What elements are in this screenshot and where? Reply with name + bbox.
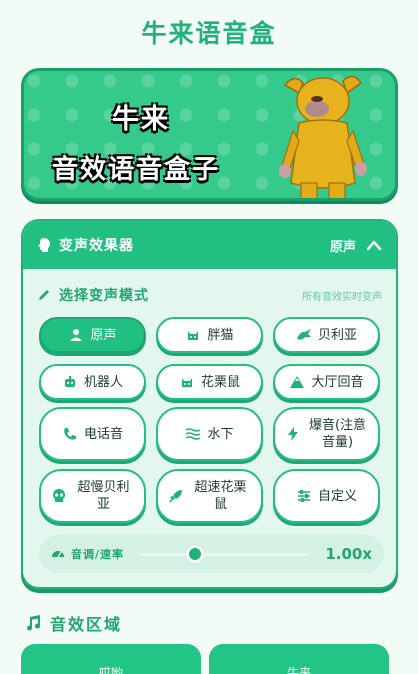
mode-button-label: 电话音 xyxy=(83,426,123,442)
cat-icon xyxy=(185,327,201,343)
gauge-icon xyxy=(52,551,64,558)
mountain-icon xyxy=(289,374,305,390)
effect-card[interactable]: 牛来 xyxy=(209,644,389,674)
mode-button-label: 爆音(注意音量) xyxy=(308,418,367,450)
voice-changer-header[interactable]: 变声效果器 原声 xyxy=(23,221,396,269)
chevron-up-icon[interactable] xyxy=(366,239,382,251)
skull-icon xyxy=(51,488,67,504)
mode-button[interactable]: 超慢贝利亚 xyxy=(39,469,146,523)
mode-select-label: 选择变声模式 xyxy=(59,288,149,304)
mode-button-label: 水下 xyxy=(207,426,234,442)
mode-button-label: 大厅回音 xyxy=(311,374,364,390)
speed-slider-thumb[interactable] xyxy=(186,545,205,563)
speed-slider-track[interactable] xyxy=(139,553,309,556)
mode-button[interactable]: 水下 xyxy=(156,407,263,461)
robot-icon xyxy=(62,374,78,390)
current-mode-label: 原声 xyxy=(329,239,356,255)
realtime-hint: 所有音效实时变声 xyxy=(302,291,382,303)
sliders-icon xyxy=(296,488,312,504)
voice-head-icon xyxy=(38,238,50,252)
mode-button[interactable]: 贝利亚 xyxy=(273,317,380,353)
banner-subtitle: 音效语音盒子 xyxy=(52,155,221,185)
banner-title: 牛来 xyxy=(112,104,170,135)
pencil-icon xyxy=(39,290,49,300)
mode-button-label: 胖猫 xyxy=(207,327,234,343)
effects-section-title: 音效区域 xyxy=(24,611,122,635)
mode-button[interactable]: 自定义 xyxy=(273,469,380,523)
speed-label: 音调/速率 xyxy=(71,548,125,561)
effects-title: 音效区域 xyxy=(50,615,123,634)
person-icon xyxy=(68,327,84,343)
cat-icon xyxy=(179,374,195,390)
mode-button-label: 贝利亚 xyxy=(317,327,357,343)
mode-button[interactable]: 大厅回音 xyxy=(273,364,380,400)
mode-button-label: 超速花栗鼠 xyxy=(194,480,247,512)
mode-button-label: 自定义 xyxy=(317,488,357,504)
rocket-icon xyxy=(168,488,184,504)
mode-button[interactable]: 花栗鼠 xyxy=(156,364,263,400)
dragon-icon xyxy=(296,327,312,343)
music-note-icon xyxy=(27,615,41,631)
banner: 牛来 音效语音盒子 xyxy=(21,68,398,201)
mode-button[interactable]: 电话音 xyxy=(39,407,146,461)
mascot-image xyxy=(279,75,367,198)
mode-select-row: 选择变声模式 所有音效实时变声 xyxy=(37,285,382,305)
phone-icon xyxy=(62,426,78,442)
app-title: 牛来语音盒 xyxy=(141,19,277,48)
mode-button-label: 花栗鼠 xyxy=(200,374,240,390)
mode-button-label: 超慢贝利亚 xyxy=(77,480,130,512)
water-icon xyxy=(185,426,201,442)
mode-button[interactable]: 胖猫 xyxy=(156,317,263,353)
effect-card[interactable]: 哎哟 xyxy=(21,644,201,674)
mode-button[interactable]: 机器人 xyxy=(39,364,146,400)
mode-button-label: 原声 xyxy=(90,327,117,343)
mode-button-label: 机器人 xyxy=(83,374,123,390)
mode-button[interactable]: 爆音(注意音量) xyxy=(273,407,380,461)
voice-changer-title: 变声效果器 xyxy=(59,238,134,254)
bolt-icon xyxy=(285,426,301,442)
mode-button[interactable]: 原声 xyxy=(39,317,146,353)
mode-button[interactable]: 超速花栗鼠 xyxy=(156,469,263,523)
speed-control: 音调/速率 1.00x xyxy=(39,535,384,573)
voice-changer-panel: 变声效果器 原声 选择变声模式 所有音效实时变声 原声 胖猫 贝利亚 机器人 花栗鼠 大厅… xyxy=(21,219,398,589)
speed-value: 1.00x xyxy=(325,545,372,563)
